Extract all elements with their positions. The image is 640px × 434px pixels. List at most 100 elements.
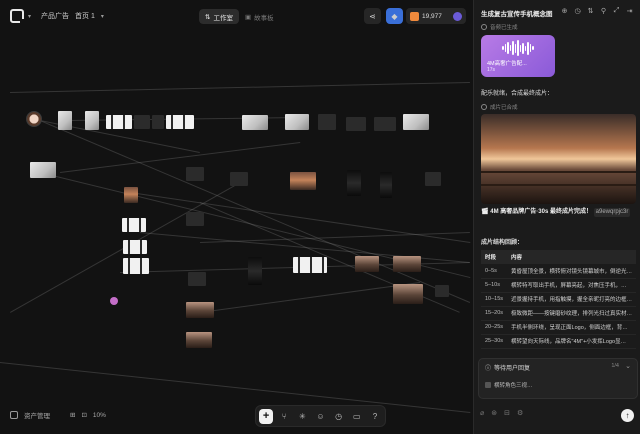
table-row: 15–20s 极致微距——按键磨砂纹理，排列光扫过真实材… <box>481 306 636 321</box>
canvas-node[interactable] <box>403 114 429 130</box>
info-icon: ⓘ <box>485 366 492 372</box>
user-icon[interactable]: ☺ <box>313 409 327 424</box>
chat-panel: 生成复古宣传手机概念图 ⊕ ◷ ⇅ ⚲ ⤢ ⇥ 音频已生成 4M高奢广告配...… <box>473 0 640 434</box>
canvas-node[interactable] <box>347 170 361 196</box>
add-icon[interactable]: ⊕ <box>560 6 569 15</box>
share-node-icon[interactable]: ⑂ <box>277 409 291 424</box>
canvas-node[interactable] <box>186 212 204 226</box>
message-icon[interactable]: ▭ <box>350 409 364 424</box>
canvas-node[interactable] <box>110 297 118 305</box>
table-cell: 手机半侧环绕，呈现正面Logo，侧面边框，背… <box>507 320 636 335</box>
workflow-canvas[interactable] <box>0 32 473 434</box>
canvas-node[interactable] <box>124 187 138 203</box>
send-button[interactable]: ↑ <box>621 409 634 422</box>
table-cell: 横转望向天际线，品牌名"4M"+小发挥Logo显… <box>507 334 636 349</box>
canvas-node[interactable] <box>242 115 268 130</box>
connection-line <box>200 232 471 243</box>
avatar[interactable] <box>26 111 42 127</box>
share-icon: ⋖ <box>369 11 376 21</box>
mention-icon[interactable]: ⊛ <box>491 409 497 417</box>
status-video: 成片已合成 <box>481 103 518 111</box>
canvas-node[interactable] <box>30 162 56 178</box>
canvas-node[interactable] <box>186 302 214 318</box>
canvas-node[interactable] <box>186 332 212 348</box>
view-switcher: ⇅ 工作室 ▣ 故事板 <box>199 9 280 24</box>
canvas-node[interactable] <box>435 285 449 297</box>
canvas-node[interactable] <box>58 111 72 130</box>
pending-item[interactable]: 横转角色三视… <box>485 381 533 389</box>
panel-actions: ⊕ ◷ ⇅ ⚲ ⤢ ⇥ <box>560 6 634 15</box>
assets-icon[interactable] <box>10 411 18 419</box>
canvas-node[interactable] <box>293 257 327 273</box>
collapse-icon[interactable]: ⇥ <box>625 6 634 15</box>
canvas-node[interactable] <box>355 256 379 272</box>
canvas-node[interactable] <box>248 257 262 285</box>
chevron-down-icon[interactable]: ⌄ <box>625 362 631 370</box>
canvas-node[interactable] <box>122 218 146 232</box>
app-logo-icon[interactable] <box>10 9 25 24</box>
structure-heading: 成片结构回顾： <box>481 240 524 246</box>
breadcrumb-chevron-icon[interactable]: ▾ <box>101 13 104 20</box>
canvas-node[interactable] <box>285 114 309 130</box>
structure-table: 时段 内容 0–5s 黄昏屋顶全景，横转俯对镜头镜幕城市，倒逆光… 5–10s 横转特… <box>481 250 636 349</box>
canvas-node[interactable] <box>425 172 441 186</box>
zoom-level[interactable]: 10% <box>93 412 106 419</box>
fit-icon[interactable]: ⊡ <box>81 411 86 419</box>
canvas-node[interactable] <box>186 167 204 181</box>
audio-card[interactable]: 4M高奢广告配... 17s <box>481 35 555 77</box>
link-icon[interactable]: ⚲ <box>599 6 608 15</box>
pending-reply-header: ⓘ 等待用户回复 <box>485 363 530 372</box>
expand-icon[interactable]: ⤢ <box>612 6 621 15</box>
video-tag[interactable]: a9ewqrpjc3r <box>593 208 631 217</box>
grid-icon[interactable]: ⊞ <box>70 411 75 419</box>
tab-storyboard[interactable]: ▣ 故事板 <box>239 9 280 24</box>
video-preview[interactable] <box>481 114 636 204</box>
history-icon[interactable]: ◷ <box>332 409 346 424</box>
video-title: 🎬︎ 4M 高奢品牌广告·30s 最终成片完成！ a9ewqrpjc3r <box>481 208 631 217</box>
audio-duration: 17s <box>487 67 496 73</box>
network-icon[interactable]: ✳ <box>295 409 309 424</box>
breadcrumb[interactable]: 首页 1 <box>75 11 95 21</box>
settings-icon[interactable]: ⇅ <box>586 6 595 15</box>
canvas-node[interactable] <box>134 115 150 129</box>
canvas-node[interactable] <box>346 117 366 131</box>
canvas-node[interactable] <box>85 111 99 130</box>
canvas-node[interactable] <box>123 240 147 254</box>
table-cell: 15–20s <box>481 306 508 321</box>
pending-reply-card[interactable]: ⓘ 等待用户回复 1/4 ⌄ 横转角色三视… <box>478 358 638 399</box>
check-icon <box>481 24 487 30</box>
tab-workspace[interactable]: ⇅ 工作室 <box>199 9 239 24</box>
table-row: 10–15s 近景握持手机，用指触摸，握全亲昵打亮的边框… <box>481 292 636 307</box>
connection-line <box>0 362 470 413</box>
compose-text: 配乐就绪，合成最终成片： <box>481 91 554 97</box>
avatar[interactable] <box>453 11 462 21</box>
gift-button[interactable]: ◆ <box>386 8 403 24</box>
plus-icon[interactable]: + <box>259 408 274 424</box>
attach-icon[interactable]: ⌀ <box>480 409 484 417</box>
table-header-cell: 时段 <box>481 250 508 264</box>
canvas-node[interactable] <box>123 258 149 274</box>
canvas-node[interactable] <box>393 284 423 304</box>
history-icon[interactable]: ◷ <box>573 6 582 15</box>
settings-icon[interactable]: ⚙ <box>517 409 523 417</box>
canvas-node[interactable] <box>166 115 194 129</box>
canvas-node[interactable] <box>374 117 396 131</box>
canvas-node[interactable] <box>380 172 392 198</box>
credits-badge[interactable]: 19,977 <box>406 8 466 24</box>
help-icon[interactable]: ? <box>368 409 382 424</box>
app-window: ▾ 产品广告 首页 1 ▾ ⇅ 工作室 ▣ 故事板 ⋖ ◆ 19,977 资产管理 … <box>0 0 640 434</box>
chevron-down-icon[interactable]: ▾ <box>28 13 31 20</box>
assets-label[interactable]: 资产管理 <box>24 410 50 420</box>
project-name[interactable]: 产品广告 <box>41 11 69 21</box>
canvas-node[interactable] <box>290 172 316 190</box>
canvas-node[interactable] <box>318 114 336 130</box>
table-header-cell: 内容 <box>507 250 636 264</box>
image-icon[interactable]: ⊟ <box>504 409 510 417</box>
canvas-node[interactable] <box>106 115 132 129</box>
canvas-node[interactable] <box>393 256 421 272</box>
canvas-node[interactable] <box>230 172 248 186</box>
canvas-node[interactable] <box>152 115 164 129</box>
share-button[interactable]: ⋖ <box>364 8 381 24</box>
table-cell: 横转特写取出手机，屏幕亮起，对焦压手机，… <box>507 278 636 293</box>
canvas-node[interactable] <box>188 272 206 286</box>
